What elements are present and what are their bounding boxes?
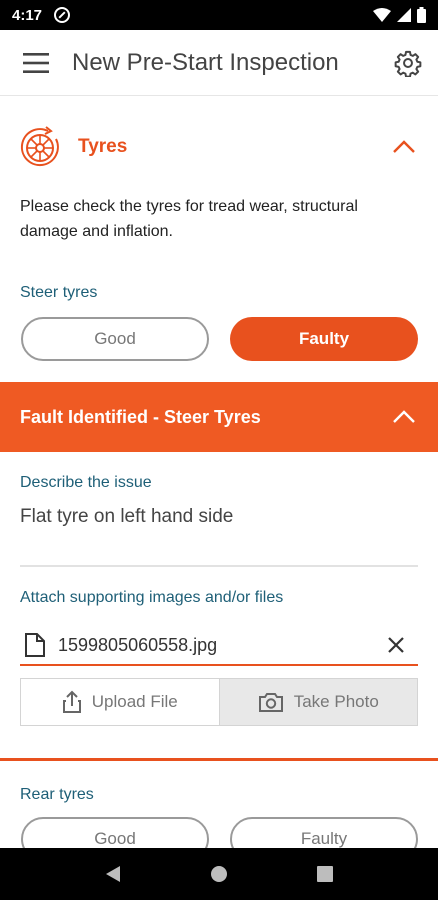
- tyre-icon: [20, 126, 59, 167]
- section-divider: [0, 758, 438, 761]
- describe-issue-label: Describe the issue: [20, 474, 152, 491]
- status-time: 4:17: [12, 6, 43, 24]
- home-icon[interactable]: [210, 865, 228, 883]
- close-icon[interactable]: [384, 633, 408, 657]
- menu-icon: [23, 52, 49, 73]
- status-icons: [373, 7, 426, 23]
- tyres-section-header[interactable]: Tyres: [0, 124, 438, 170]
- attach-files-label: Attach supporting images and/or files: [20, 589, 284, 606]
- fault-panel-title: Fault Identified - Steer Tyres: [20, 406, 261, 427]
- attached-file-name: 1599805060558.jpg: [58, 634, 218, 655]
- upload-file-label: Upload File: [91, 692, 178, 711]
- chevron-up-icon[interactable]: [392, 140, 416, 154]
- chevron-up-icon[interactable]: [392, 410, 416, 424]
- steer-faulty-button[interactable]: Faulty: [230, 317, 418, 361]
- tyres-section-title: Tyres: [78, 136, 128, 157]
- gear-icon: [394, 50, 422, 77]
- menu-button[interactable]: [0, 30, 72, 96]
- attachment-buttons: Upload File Take Photo: [20, 678, 418, 726]
- status-bar: 4:17: [0, 0, 438, 30]
- recents-icon[interactable]: [317, 866, 334, 882]
- upload-icon: [62, 690, 81, 713]
- describe-issue-field[interactable]: Flat tyre on left hand side: [20, 506, 233, 528]
- fault-panel-header[interactable]: Fault Identified - Steer Tyres: [0, 382, 438, 452]
- settings-button[interactable]: [378, 30, 438, 96]
- system-nav-bar: [0, 848, 438, 900]
- take-photo-button[interactable]: Take Photo: [218, 679, 417, 725]
- tyres-instructions: Please check the tyres for tread wear, s…: [20, 198, 358, 240]
- signal-icon: [397, 8, 411, 22]
- battery-icon: [417, 7, 426, 23]
- do-not-disturb-icon: [54, 7, 71, 23]
- back-icon[interactable]: [105, 865, 121, 883]
- camera-icon: [258, 693, 283, 712]
- inspection-form[interactable]: Tyres Please check the tyres for tread w…: [0, 96, 438, 848]
- rear-tyres-label: Rear tyres: [20, 786, 94, 803]
- app-bar: New Pre-Start Inspection: [0, 30, 438, 96]
- upload-file-button[interactable]: Upload File: [21, 679, 219, 725]
- page-title: New Pre-Start Inspection: [72, 48, 339, 76]
- steer-tyres-label: Steer tyres: [20, 284, 98, 301]
- document-icon: [25, 633, 45, 657]
- rear-faulty-button[interactable]: Faulty: [230, 817, 418, 848]
- attached-file: 1599805060558.jpg: [20, 626, 418, 666]
- steer-good-button[interactable]: Good: [21, 317, 209, 361]
- wifi-icon: [373, 8, 391, 22]
- rear-good-button[interactable]: Good: [21, 817, 209, 848]
- divider: [20, 565, 418, 567]
- take-photo-label: Take Photo: [293, 692, 379, 711]
